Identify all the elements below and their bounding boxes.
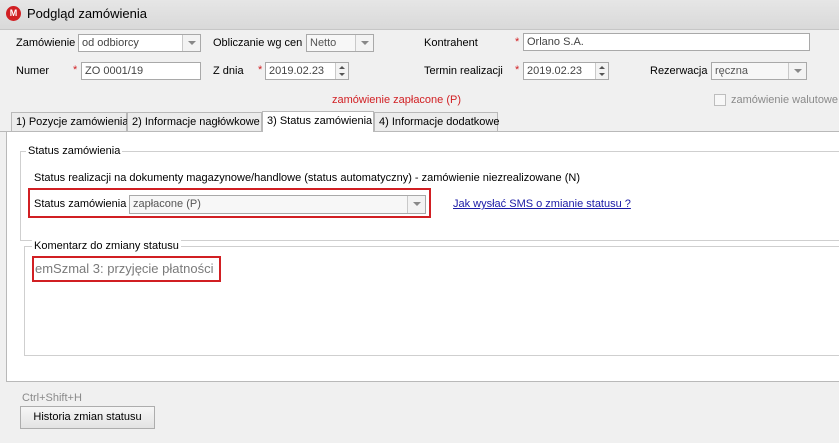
spinner-icon[interactable]: [595, 63, 608, 79]
number-label: Numer: [16, 65, 50, 77]
chevron-down-icon[interactable]: [407, 196, 425, 213]
tab-header-info[interactable]: 2) Informacje nagłówkowe: [127, 112, 262, 131]
due-date-field[interactable]: 2019.02.23: [523, 62, 609, 80]
window-title: Podgląd zamówienia: [27, 6, 147, 21]
comment-group-legend: Komentarz do zmiany statusu: [32, 240, 181, 252]
pricing-label: Obliczanie wg cen: [213, 37, 303, 49]
tab-positions[interactable]: 1) Pozycje zamówienia: [11, 112, 129, 131]
status-combo[interactable]: zapłacone (P): [129, 195, 426, 214]
reservation-value: ręczna: [715, 65, 749, 77]
status-value: zapłacone (P): [133, 198, 201, 210]
auto-status-text: Status realizacji na dokumenty magazynow…: [34, 172, 580, 184]
tab-order-status[interactable]: 3) Status zamówienia: [262, 111, 374, 132]
contractor-value: Orlano S.A.: [527, 36, 584, 48]
reservation-label: Rezerwacja: [650, 65, 708, 77]
paid-notice: zamówienie zapłacone (P): [332, 94, 462, 106]
date-field[interactable]: 2019.02.23: [265, 62, 349, 80]
comment-text[interactable]: emSzmal 3: przyjęcie płatności: [35, 261, 213, 276]
due-date-label: Termin realizacji: [424, 65, 503, 77]
order-type-value: od odbiorcy: [82, 37, 139, 49]
title-bar: M Podgląd zamówienia: [0, 0, 839, 30]
required-mark: *: [258, 64, 263, 76]
pricing-combo[interactable]: Netto: [306, 34, 374, 52]
contractor-field[interactable]: Orlano S.A.: [523, 33, 810, 51]
due-date-value: 2019.02.23: [527, 65, 583, 77]
chevron-down-icon[interactable]: [788, 63, 806, 79]
number-field[interactable]: ZO 0001/19: [81, 62, 201, 80]
required-mark: *: [515, 36, 520, 48]
status-group-legend: Status zamówienia: [26, 145, 123, 157]
order-type-combo[interactable]: od odbiorcy: [78, 34, 201, 52]
pricing-value: Netto: [310, 37, 337, 49]
required-mark: *: [515, 64, 520, 76]
contractor-label: Kontrahent: [424, 37, 478, 49]
sms-help-link[interactable]: Jak wysłać SMS o zmianie statusu ?: [453, 198, 631, 210]
currency-checkbox[interactable]: [714, 94, 726, 106]
currency-label: zamówienie walutowe: [731, 94, 838, 106]
spinner-icon[interactable]: [335, 63, 348, 79]
number-value: ZO 0001/19: [85, 65, 144, 77]
reservation-combo[interactable]: ręczna: [711, 62, 807, 80]
chevron-down-icon[interactable]: [355, 35, 373, 51]
app-logo-icon: M: [6, 6, 21, 21]
date-label: Z dnia: [213, 65, 244, 77]
tab-additional-info[interactable]: 4) Informacje dodatkowe: [374, 112, 499, 131]
chevron-down-icon[interactable]: [182, 35, 200, 51]
status-label: Status zamówienia: [34, 198, 127, 210]
order-type-label: Zamówienie: [16, 37, 76, 49]
status-history-button[interactable]: Historia zmian statusu: [20, 406, 155, 429]
date-value: 2019.02.23: [269, 65, 325, 77]
shortcut-hint: Ctrl+Shift+H: [22, 392, 82, 404]
required-mark: *: [73, 64, 78, 76]
